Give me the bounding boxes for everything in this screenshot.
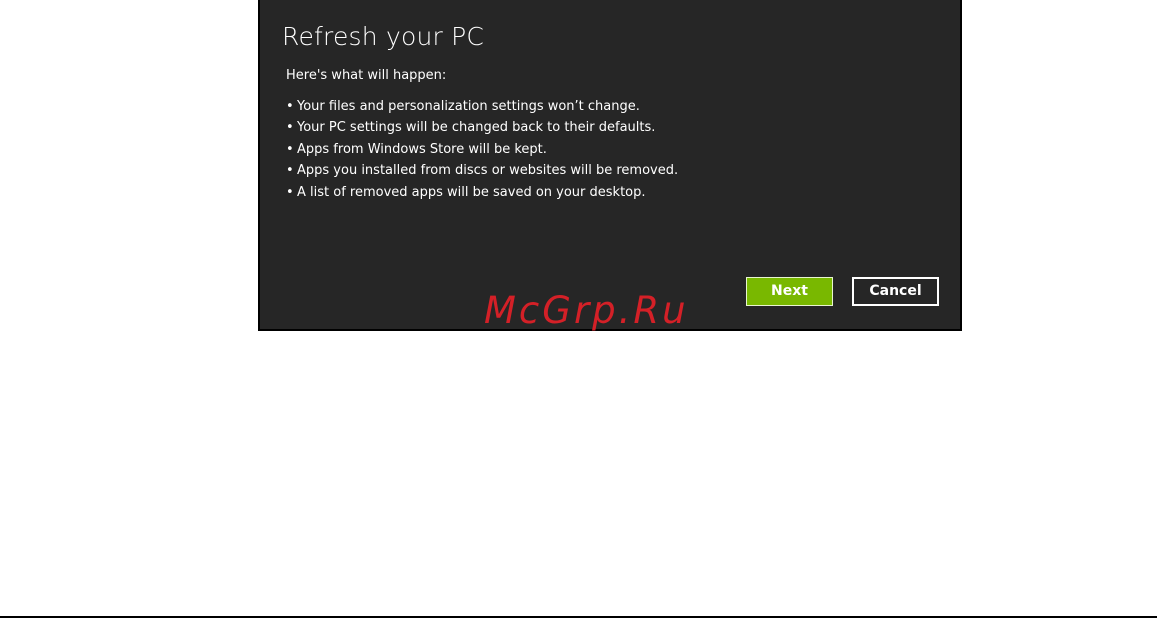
bullet-icon: • bbox=[286, 163, 294, 179]
bullet-icon: • bbox=[286, 141, 294, 157]
list-item-text: Apps you installed from discs or website… bbox=[297, 163, 679, 179]
list-item: • Apps from Windows Store will be kept. bbox=[286, 139, 678, 160]
list-item-text: Your PC settings will be changed back to… bbox=[297, 120, 656, 136]
list-item-text: Your files and personalization settings … bbox=[297, 99, 640, 114]
intro-text: Here's what will happen: bbox=[286, 68, 447, 83]
list-item: • Apps you installed from discs or websit… bbox=[286, 160, 678, 181]
list-item: • Your PC settings will be changed back t… bbox=[286, 117, 678, 138]
bullet-icon: • bbox=[286, 120, 294, 136]
changes-list: • Your files and personalization settings… bbox=[286, 96, 678, 203]
list-item: • Your files and personalization settings… bbox=[286, 96, 678, 117]
dialog-title: Refresh your PC bbox=[282, 22, 485, 51]
list-item: • A list of removed apps will be saved on… bbox=[286, 182, 678, 203]
cancel-button[interactable]: Cancel bbox=[852, 277, 939, 306]
page-divider bbox=[0, 616, 1157, 618]
refresh-pc-dialog: Refresh your PC Here's what will happen:… bbox=[258, 0, 962, 331]
bullet-icon: • bbox=[286, 184, 294, 200]
bullet-icon: • bbox=[286, 99, 294, 114]
list-item-text: A list of removed apps will be saved on … bbox=[297, 184, 646, 200]
list-item-text: Apps from Windows Store will be kept. bbox=[297, 141, 547, 157]
next-button[interactable]: Next bbox=[746, 277, 833, 306]
watermark: McGrp.Ru bbox=[484, 289, 689, 332]
